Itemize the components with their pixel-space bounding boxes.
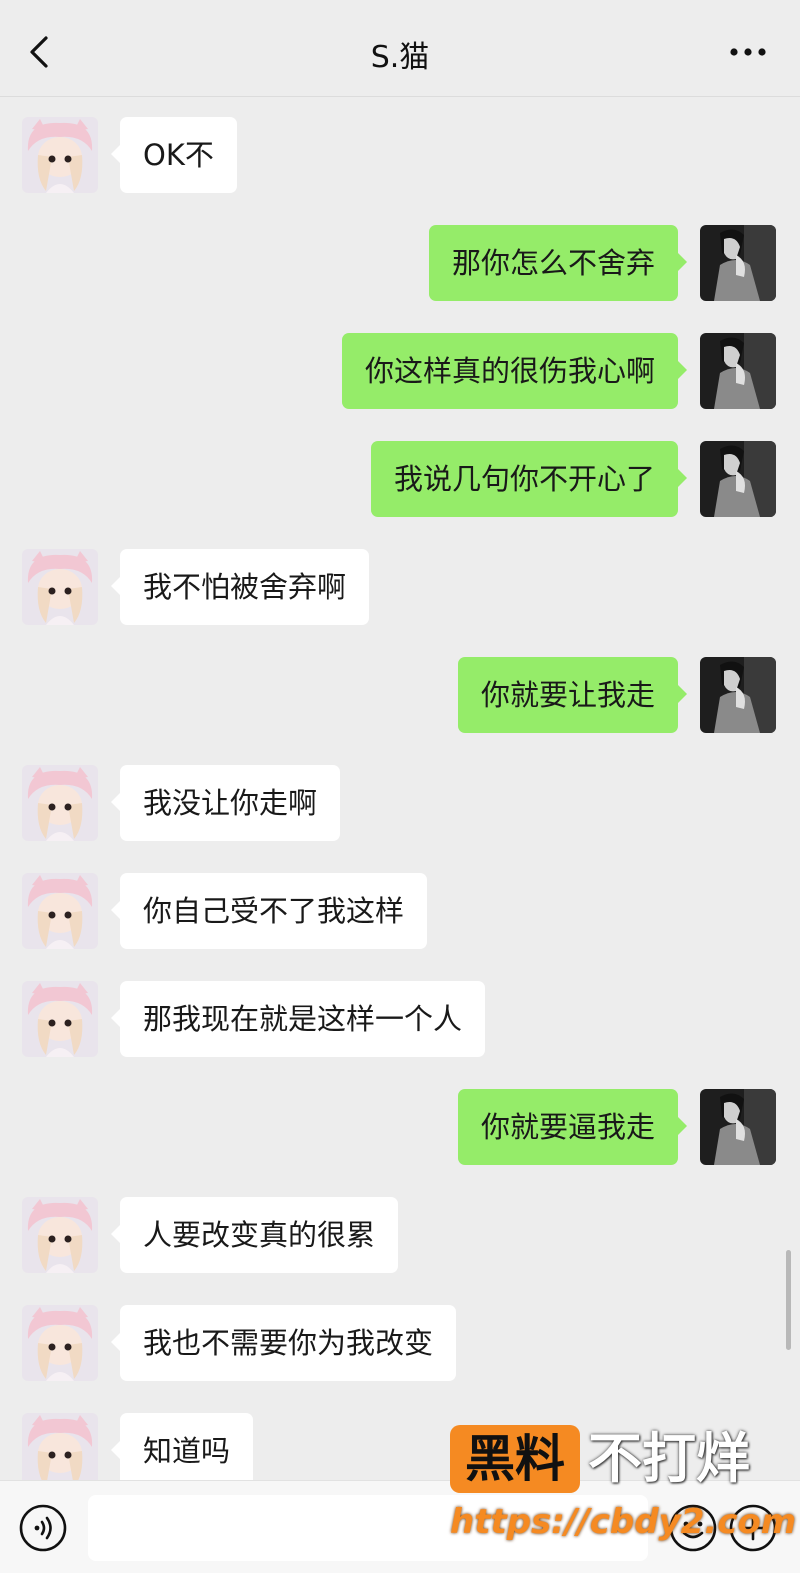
contact-avatar[interactable] [22,1413,98,1489]
doll-avatar-icon [22,549,98,625]
doll-avatar-icon [22,981,98,1057]
received-bubble[interactable]: 我不怕被舍弃啊 [110,549,370,625]
message-row: 我也不需要你为我改变 [0,1305,800,1383]
doll-avatar-icon [22,765,98,841]
chat-header: S.猫 [0,0,800,97]
chat-title: S.猫 [370,40,430,75]
man-avatar-icon [700,657,776,733]
man-avatar-icon [700,225,776,301]
message-row: OK不 [0,117,800,195]
message-row: 你就要逼我走 [0,1089,800,1167]
contact-avatar[interactable] [22,1305,98,1381]
message-row: 你就要让我走 [0,657,800,735]
user-avatar[interactable] [700,657,776,733]
contact-avatar[interactable] [22,873,98,949]
user-avatar[interactable] [700,333,776,409]
message-row: 那你怎么不舍弃 [0,225,800,303]
message-row: 那我现在就是这样一个人 [0,981,800,1059]
voice-icon [19,1504,67,1552]
message-row: 人要改变真的很累 [0,1197,800,1275]
sent-bubble[interactable]: 你就要让我走 [457,657,688,733]
more-dots-icon [730,48,766,56]
received-bubble[interactable]: 知道吗 [110,1413,254,1489]
sent-bubble[interactable]: 那你怎么不舍弃 [428,225,688,301]
doll-avatar-icon [22,873,98,949]
watermark-slogan: 不打烊 [588,1427,750,1490]
man-avatar-icon [700,1089,776,1165]
sent-bubble[interactable]: 你就要逼我走 [457,1089,688,1165]
received-bubble[interactable]: 我没让你走啊 [110,765,341,841]
received-bubble[interactable]: 我也不需要你为我改变 [110,1305,457,1381]
doll-avatar-icon [22,1197,98,1273]
voice-button[interactable] [18,1503,68,1553]
contact-avatar[interactable] [22,549,98,625]
scrollbar[interactable] [786,1250,791,1350]
message-row: 我不怕被舍弃啊 [0,549,800,627]
message-row: 你这样真的很伤我心啊 [0,333,800,411]
received-bubble[interactable]: OK不 [111,117,237,193]
contact-avatar[interactable] [22,1197,98,1273]
man-avatar-icon [700,441,776,517]
message-row: 我说几句你不开心了 [0,441,800,519]
received-bubble[interactable]: 人要改变真的很累 [110,1197,399,1273]
contact-avatar[interactable] [22,981,98,1057]
message-row: 我没让你走啊 [0,765,800,843]
received-bubble[interactable]: 你自己受不了我这样 [110,873,428,949]
contact-avatar[interactable] [22,765,98,841]
sent-bubble[interactable]: 你这样真的很伤我心啊 [341,333,688,409]
user-avatar[interactable] [700,441,776,517]
message-row: 你自己受不了我这样 [0,873,800,951]
doll-avatar-icon [22,1305,98,1381]
received-bubble[interactable]: 那我现在就是这样一个人 [110,981,486,1057]
man-avatar-icon [700,333,776,409]
user-avatar[interactable] [700,1089,776,1165]
contact-avatar[interactable] [22,117,98,193]
sent-bubble[interactable]: 我说几句你不开心了 [370,441,688,517]
watermark-url: https://cbdy2.com [450,1502,797,1542]
more-button[interactable] [726,30,770,70]
watermark-brand: 黑料 [450,1425,580,1493]
user-avatar[interactable] [700,225,776,301]
doll-avatar-icon [22,117,98,193]
doll-avatar-icon [22,1413,98,1489]
